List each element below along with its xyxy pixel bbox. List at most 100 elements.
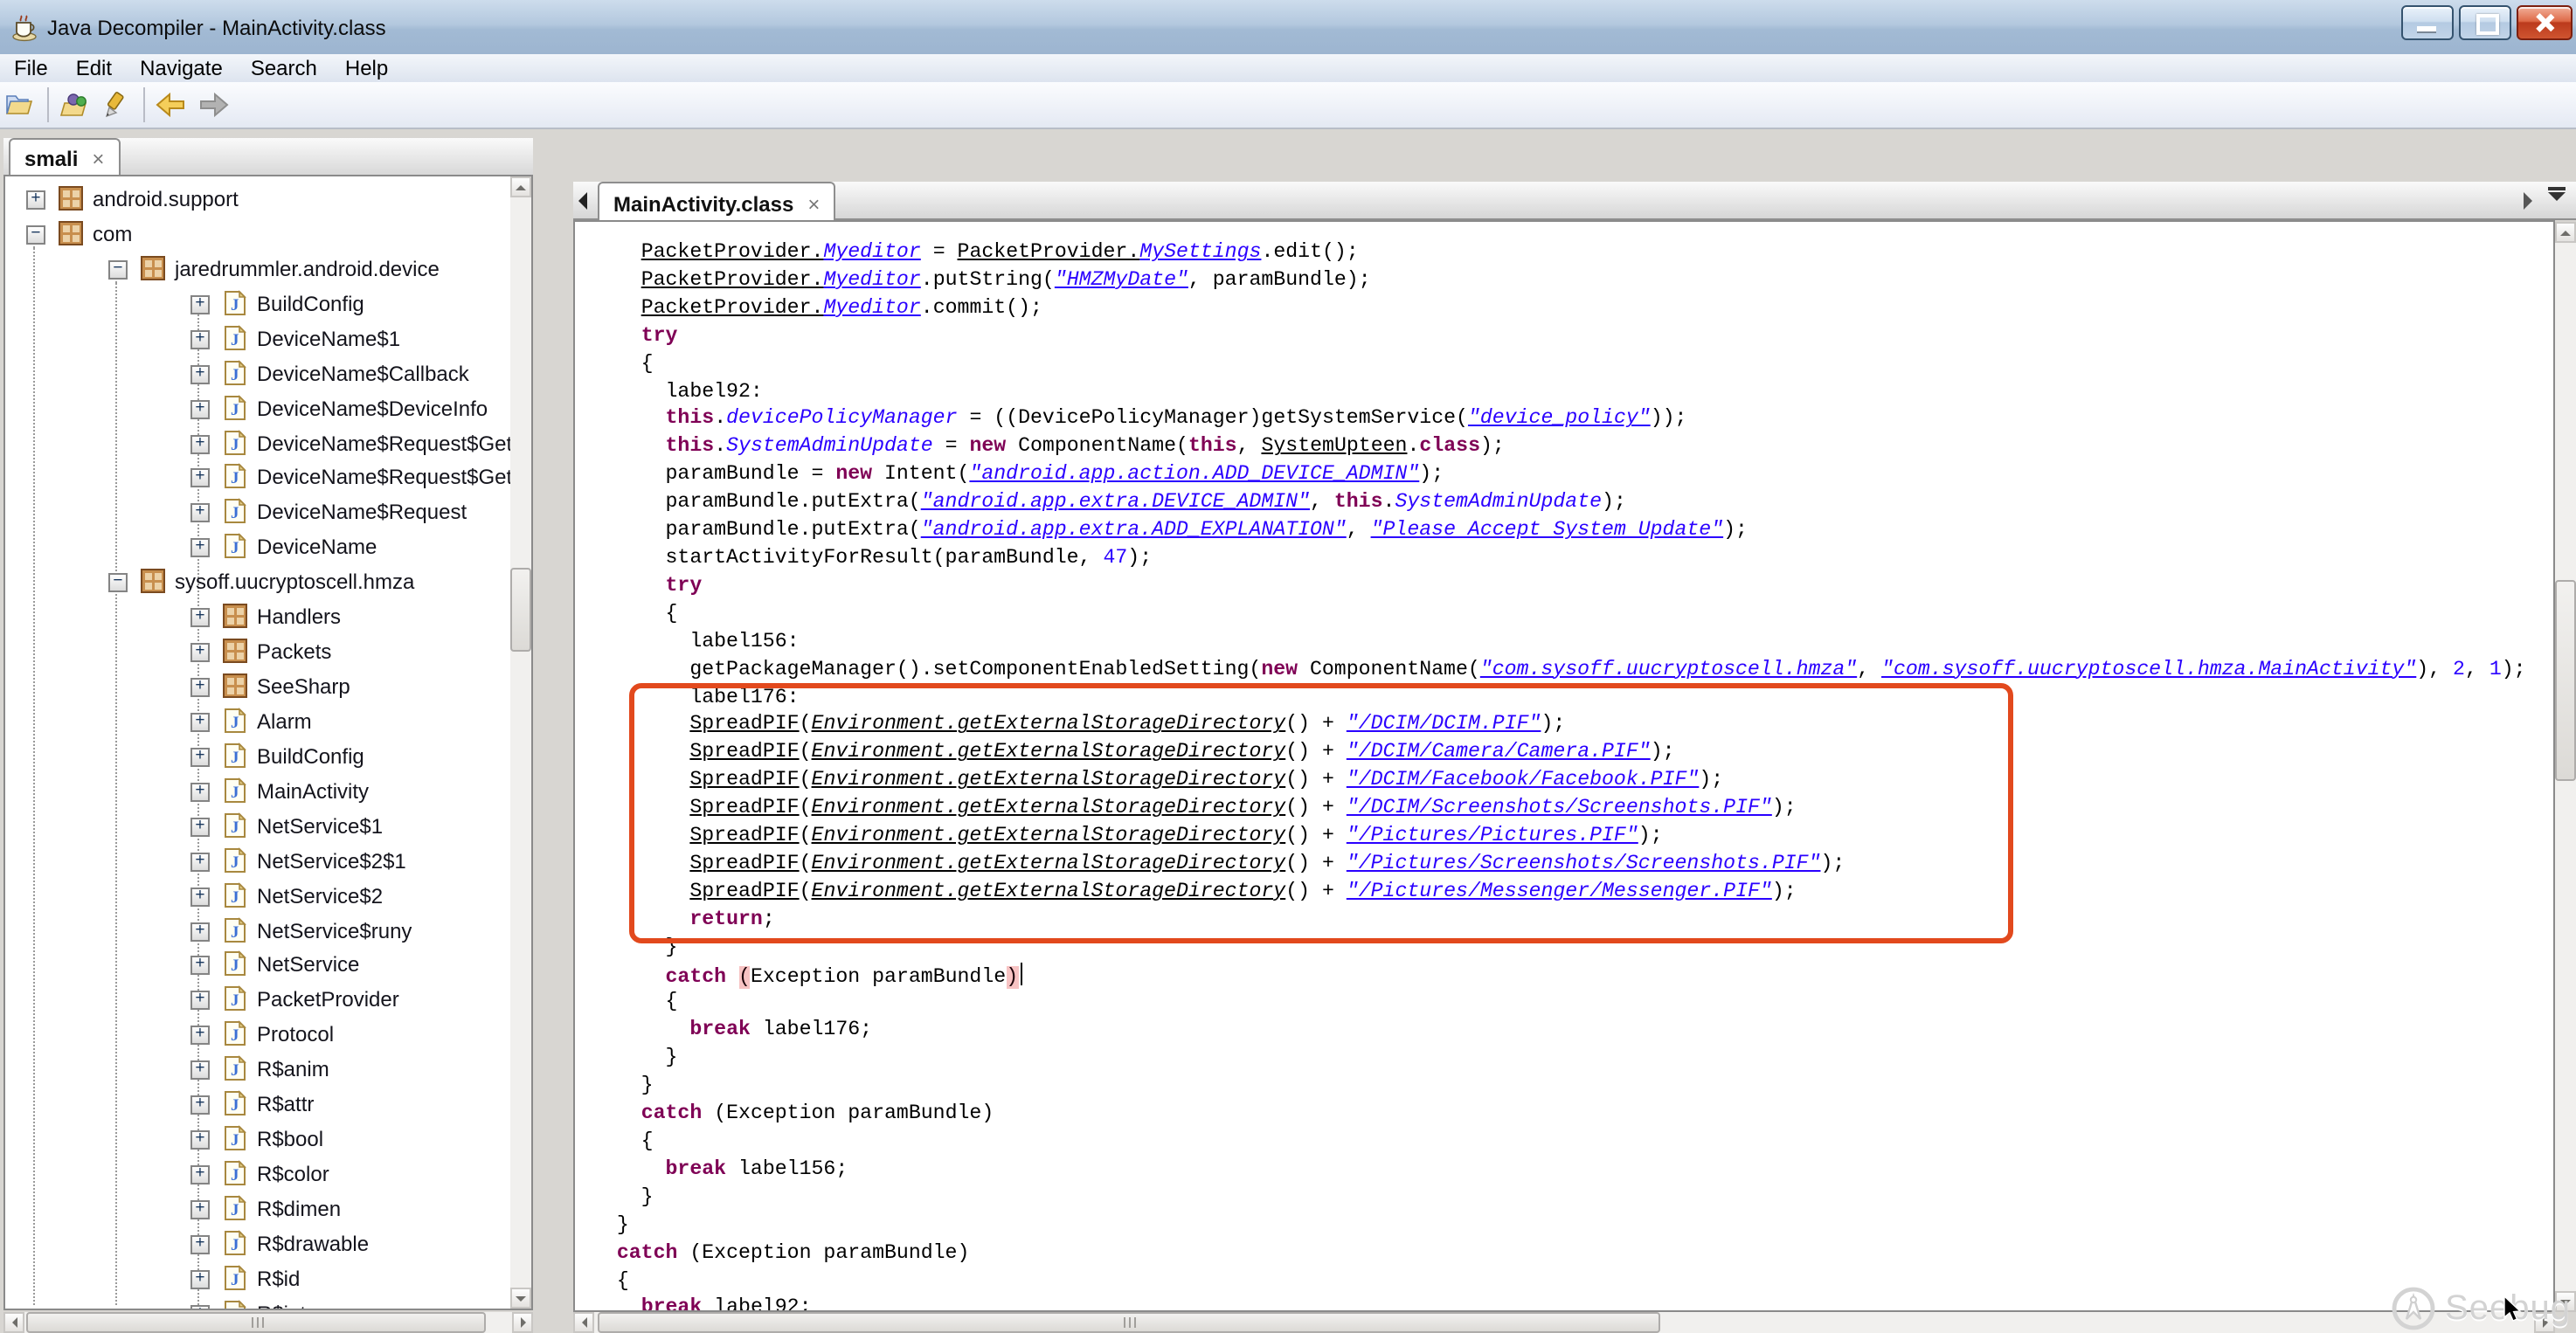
tree-item-r-bool[interactable]: +JR$bool [5, 1123, 531, 1158]
tree-item-netservice-2[interactable]: +JNetService$2 [5, 880, 531, 915]
collapse-icon[interactable]: − [108, 260, 128, 280]
expand-icon[interactable]: + [190, 1270, 210, 1289]
tree-item-packetprovider[interactable]: +JPacketProvider [5, 984, 531, 1019]
tree-item-devicename-request-getdevicer[interactable]: +JDeviceName$Request$GetDeviceR [5, 427, 531, 462]
tree-item-r-attr[interactable]: +JR$attr [5, 1088, 531, 1123]
tree-item-r-id[interactable]: +JR$id [5, 1263, 531, 1298]
tree-item-seesharp[interactable]: +SeeSharp [5, 671, 531, 706]
expand-icon[interactable]: + [190, 817, 210, 836]
expand-icon[interactable]: + [190, 608, 210, 627]
tab-smali[interactable]: smali × [9, 138, 120, 178]
tree-item-android-support[interactable]: +android.support [5, 183, 531, 218]
expand-icon[interactable]: + [190, 434, 210, 453]
tab-scroll-left-icon[interactable] [578, 192, 587, 210]
expand-icon[interactable]: + [190, 469, 210, 488]
expand-icon[interactable]: + [190, 922, 210, 941]
forward-button[interactable] [192, 86, 234, 124]
expand-icon[interactable]: + [190, 1235, 210, 1254]
expand-icon[interactable]: + [190, 399, 210, 418]
tree-item-protocol[interactable]: +JProtocol [5, 1019, 531, 1054]
expand-icon[interactable]: + [190, 504, 210, 523]
open-type-button[interactable] [54, 86, 96, 124]
back-button[interactable] [150, 86, 192, 124]
expand-icon[interactable]: + [190, 643, 210, 662]
tree-item-r-dimen[interactable]: +JR$dimen [5, 1193, 531, 1228]
code-editor[interactable]: PacketProvider.Myeditor = PacketProvider… [573, 220, 2555, 1312]
title-bar[interactable]: Java Decompiler - MainActivity.class [0, 0, 2576, 56]
collapse-icon[interactable]: − [26, 225, 45, 245]
expand-icon[interactable]: + [190, 713, 210, 732]
expand-icon[interactable]: + [190, 852, 210, 871]
editor-horizontal-scrollbar[interactable] [573, 1312, 2555, 1333]
expand-icon[interactable]: + [190, 887, 210, 906]
expand-icon[interactable]: + [190, 539, 210, 558]
tree-item-buildconfig[interactable]: +JBuildConfig [5, 288, 531, 323]
scroll-up-button[interactable] [510, 176, 531, 197]
tree-horizontal-scrollbar[interactable] [3, 1312, 533, 1333]
tab-close-icon[interactable]: × [92, 147, 104, 171]
expand-icon[interactable]: + [190, 1305, 210, 1311]
tree-item-devicename-request[interactable]: +JDeviceName$Request [5, 497, 531, 532]
pen-button[interactable] [96, 86, 138, 124]
expand-icon[interactable]: + [190, 991, 210, 1011]
tree-item-mainactivity[interactable]: +JMainActivity [5, 776, 531, 811]
minimize-button[interactable] [2401, 5, 2454, 40]
tree-item-netservice-2-1[interactable]: +JNetService$2$1 [5, 845, 531, 880]
tree-item-r-integer[interactable]: +JR$integer [5, 1298, 531, 1311]
tree-item-r-anim[interactable]: +JR$anim [5, 1054, 531, 1089]
collapse-icon[interactable]: − [108, 573, 128, 592]
tree-item-devicename[interactable]: +JDeviceName [5, 532, 531, 567]
expand-icon[interactable]: + [190, 957, 210, 976]
editor-vertical-scrollbar[interactable] [2555, 222, 2576, 1312]
tree-item-alarm[interactable]: +JAlarm [5, 706, 531, 741]
scroll-down-button[interactable] [510, 1288, 531, 1309]
tree-vscroll-thumb[interactable] [510, 568, 531, 652]
expand-icon[interactable]: + [190, 783, 210, 802]
close-button[interactable] [2517, 5, 2573, 40]
expand-icon[interactable]: + [190, 295, 210, 314]
tree-item-devicename-1[interactable]: +JDeviceName$1 [5, 322, 531, 357]
tab-mainactivity[interactable]: MainActivity.class × [598, 182, 835, 224]
tree-item-buildconfig[interactable]: +JBuildConfig [5, 741, 531, 776]
expand-icon[interactable]: + [26, 190, 45, 210]
expand-icon[interactable]: + [190, 329, 210, 349]
menu-file[interactable]: File [0, 54, 62, 82]
tab-list-icon[interactable] [2548, 192, 2566, 210]
editor-hscroll-thumb[interactable] [598, 1312, 1660, 1333]
expand-icon[interactable]: + [190, 1061, 210, 1081]
expand-icon[interactable]: + [190, 748, 210, 767]
menu-edit[interactable]: Edit [62, 54, 126, 82]
tree-item-handlers[interactable]: +Handlers [5, 601, 531, 636]
tree-item-r-drawable[interactable]: +JR$drawable [5, 1228, 531, 1263]
scroll-left-button[interactable] [3, 1312, 24, 1333]
tree-vertical-scrollbar[interactable] [510, 176, 531, 1309]
tree-item-packets[interactable]: +Packets [5, 636, 531, 671]
tab-scroll-right-icon[interactable] [2524, 192, 2532, 210]
tab-close-icon[interactable]: × [807, 191, 820, 216]
scroll-up-button[interactable] [2555, 222, 2576, 243]
tree-item-sysoff-uucryptoscell-hmza[interactable]: −sysoff.uucryptoscell.hmza [5, 566, 531, 601]
tree-item-netservice-1[interactable]: +JNetService$1 [5, 810, 531, 845]
menu-help[interactable]: Help [331, 54, 402, 82]
expand-icon[interactable]: + [190, 678, 210, 697]
tree-item-com[interactable]: −com [5, 218, 531, 253]
tree-item-netservice[interactable]: +JNetService [5, 950, 531, 984]
menu-navigate[interactable]: Navigate [126, 54, 237, 82]
expand-icon[interactable]: + [190, 1026, 210, 1046]
tree-hscroll-thumb[interactable] [26, 1312, 486, 1333]
tree-item-jaredrummler-android-device[interactable]: −jaredrummler.android.device [5, 253, 531, 288]
tree-item-devicename-deviceinfo[interactable]: +JDeviceName$DeviceInfo [5, 392, 531, 427]
tree-item-devicename-callback[interactable]: +JDeviceName$Callback [5, 357, 531, 392]
tree-item-netservice-runy[interactable]: +JNetService$runy [5, 915, 531, 950]
open-file-button[interactable] [0, 86, 42, 124]
tree-item-devicename-request-getdevicer[interactable]: +JDeviceName$Request$GetDeviceR [5, 462, 531, 497]
expand-icon[interactable]: + [190, 364, 210, 383]
maximize-button[interactable] [2459, 5, 2511, 40]
scroll-right-button[interactable] [512, 1312, 533, 1333]
editor-vscroll-thumb[interactable] [2555, 580, 2576, 781]
menu-search[interactable]: Search [237, 54, 331, 82]
expand-icon[interactable]: + [190, 1200, 210, 1219]
expand-icon[interactable]: + [190, 1095, 210, 1115]
scroll-left-button[interactable] [573, 1312, 594, 1333]
expand-icon[interactable]: + [190, 1165, 210, 1185]
